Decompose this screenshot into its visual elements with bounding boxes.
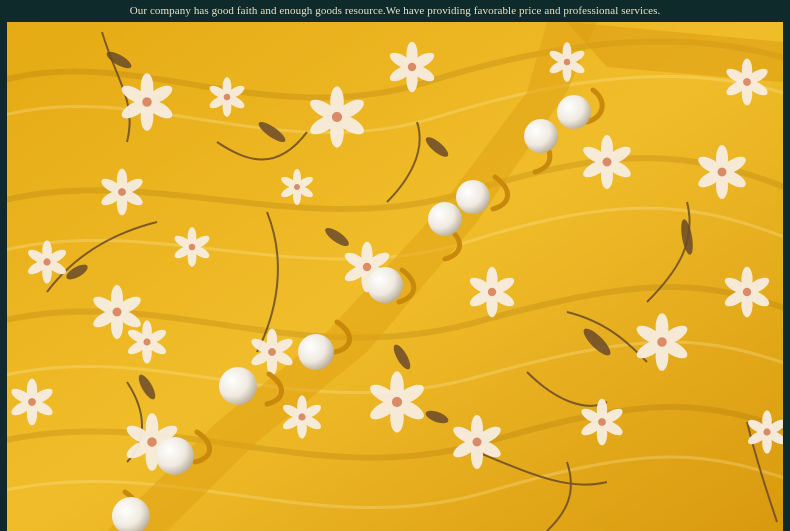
- pearl-button: [428, 202, 462, 236]
- product-image-frame: Our company has good faith and enough go…: [0, 0, 790, 531]
- promo-banner: Our company has good faith and enough go…: [0, 0, 790, 22]
- pearl-button: [298, 334, 334, 370]
- pearl-button: [456, 180, 490, 214]
- pearl-button: [367, 267, 403, 303]
- promo-banner-text: Our company has good faith and enough go…: [129, 5, 661, 17]
- blouse-closeup-illustration: [7, 22, 783, 531]
- product-photo: [7, 22, 783, 531]
- pearl-button: [557, 95, 591, 129]
- pearl-button: [156, 437, 194, 475]
- pearl-button: [219, 367, 257, 405]
- pearl-button: [524, 119, 558, 153]
